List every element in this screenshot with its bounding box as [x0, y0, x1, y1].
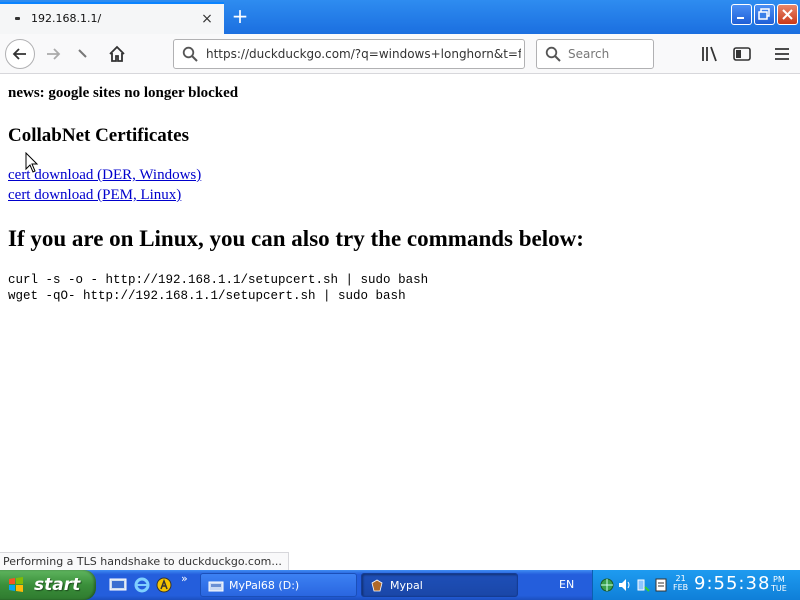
language-indicator[interactable]: EN — [559, 578, 574, 591]
back-arrow-icon — [12, 48, 26, 60]
start-button[interactable]: start — [0, 570, 96, 600]
sidebar-icon[interactable] — [732, 44, 752, 64]
minimize-button[interactable] — [731, 4, 752, 25]
stop-button[interactable] — [68, 39, 98, 69]
library-icon[interactable] — [700, 44, 720, 64]
system-tray: 21 FEB 9:55:38 PM TUE — [592, 570, 800, 600]
ampm: PM — [773, 575, 785, 584]
aim-icon[interactable] — [155, 576, 173, 594]
minimize-icon — [737, 17, 744, 19]
nav-bar: https://duckduckgo.com/?q=windows+longho… — [0, 34, 800, 74]
notepad-icon[interactable] — [653, 577, 669, 593]
status-bar: Performing a TLS handshake to duckduckgo… — [0, 552, 289, 571]
task-label: MyPal68 (D:) — [229, 579, 300, 592]
restore-icon — [758, 8, 770, 20]
close-icon — [782, 9, 793, 20]
section-title: CollabNet Certificates — [8, 125, 189, 146]
home-icon — [109, 45, 125, 62]
maximize-button[interactable] — [754, 4, 775, 25]
menu-icon[interactable] — [772, 44, 792, 64]
cert-download-pem-link[interactable]: cert download (PEM, Linux) — [8, 187, 181, 204]
safely-remove-hardware-icon[interactable] — [635, 577, 651, 593]
back-button[interactable] — [5, 39, 35, 69]
windows-logo-icon — [9, 577, 23, 592]
search-icon — [182, 46, 198, 62]
wget-command: wget -qO- http://192.168.1.1/setupcert.s… — [8, 289, 406, 303]
home-button[interactable] — [102, 39, 132, 69]
internet-explorer-icon[interactable] — [133, 576, 151, 594]
url-bar[interactable]: https://duckduckgo.com/?q=windows+longho… — [173, 39, 525, 69]
loading-throbber-icon — [78, 49, 87, 58]
search-icon — [545, 46, 561, 62]
quicklaunch-overflow[interactable]: » — [181, 572, 188, 585]
mypal-icon — [371, 579, 383, 592]
ampm-display: PM TUE — [771, 575, 787, 593]
taskbar: start » MyPal68 (D:) Mypal EN 21 FEB 9:5… — [0, 570, 800, 600]
tab-close-icon[interactable]: × — [199, 11, 215, 27]
date-display: 21 FEB — [673, 574, 688, 592]
forward-button[interactable] — [38, 39, 68, 69]
clock[interactable]: 9:55:38 — [694, 573, 770, 594]
volume-icon[interactable] — [617, 577, 633, 593]
folder-drive-icon — [208, 581, 224, 592]
linux-heading: If you are on Linux, you can also try th… — [8, 226, 584, 251]
search-placeholder: Search — [568, 47, 610, 61]
search-field[interactable]: Search — [536, 39, 654, 69]
curl-command: curl -s -o - http://192.168.1.1/setupcer… — [8, 273, 429, 287]
new-tab-button[interactable]: + — [229, 5, 251, 27]
network-icon[interactable] — [599, 577, 615, 593]
date-day: 21 — [675, 574, 686, 583]
tab-loading-icon — [15, 17, 20, 20]
close-window-button[interactable] — [777, 4, 798, 25]
weekday: TUE — [771, 584, 787, 593]
date-month: FEB — [673, 583, 689, 592]
mouse-cursor-icon — [25, 152, 39, 173]
start-label: start — [34, 575, 81, 595]
tab-strip: 192.168.1.1/ × + — [0, 0, 800, 34]
url-text: https://duckduckgo.com/?q=windows+longho… — [206, 47, 521, 61]
forward-arrow-icon — [47, 48, 61, 60]
tab-title: 192.168.1.1/ — [31, 12, 102, 25]
task-mypal-browser[interactable]: Mypal — [361, 573, 518, 597]
task-label: Mypal — [390, 579, 423, 592]
show-desktop-icon[interactable] — [109, 576, 127, 594]
news-text: news: google sites no longer blocked — [8, 85, 239, 101]
tab-active[interactable]: 192.168.1.1/ × — [0, 2, 224, 34]
task-mypal68-folder[interactable]: MyPal68 (D:) — [200, 573, 357, 597]
